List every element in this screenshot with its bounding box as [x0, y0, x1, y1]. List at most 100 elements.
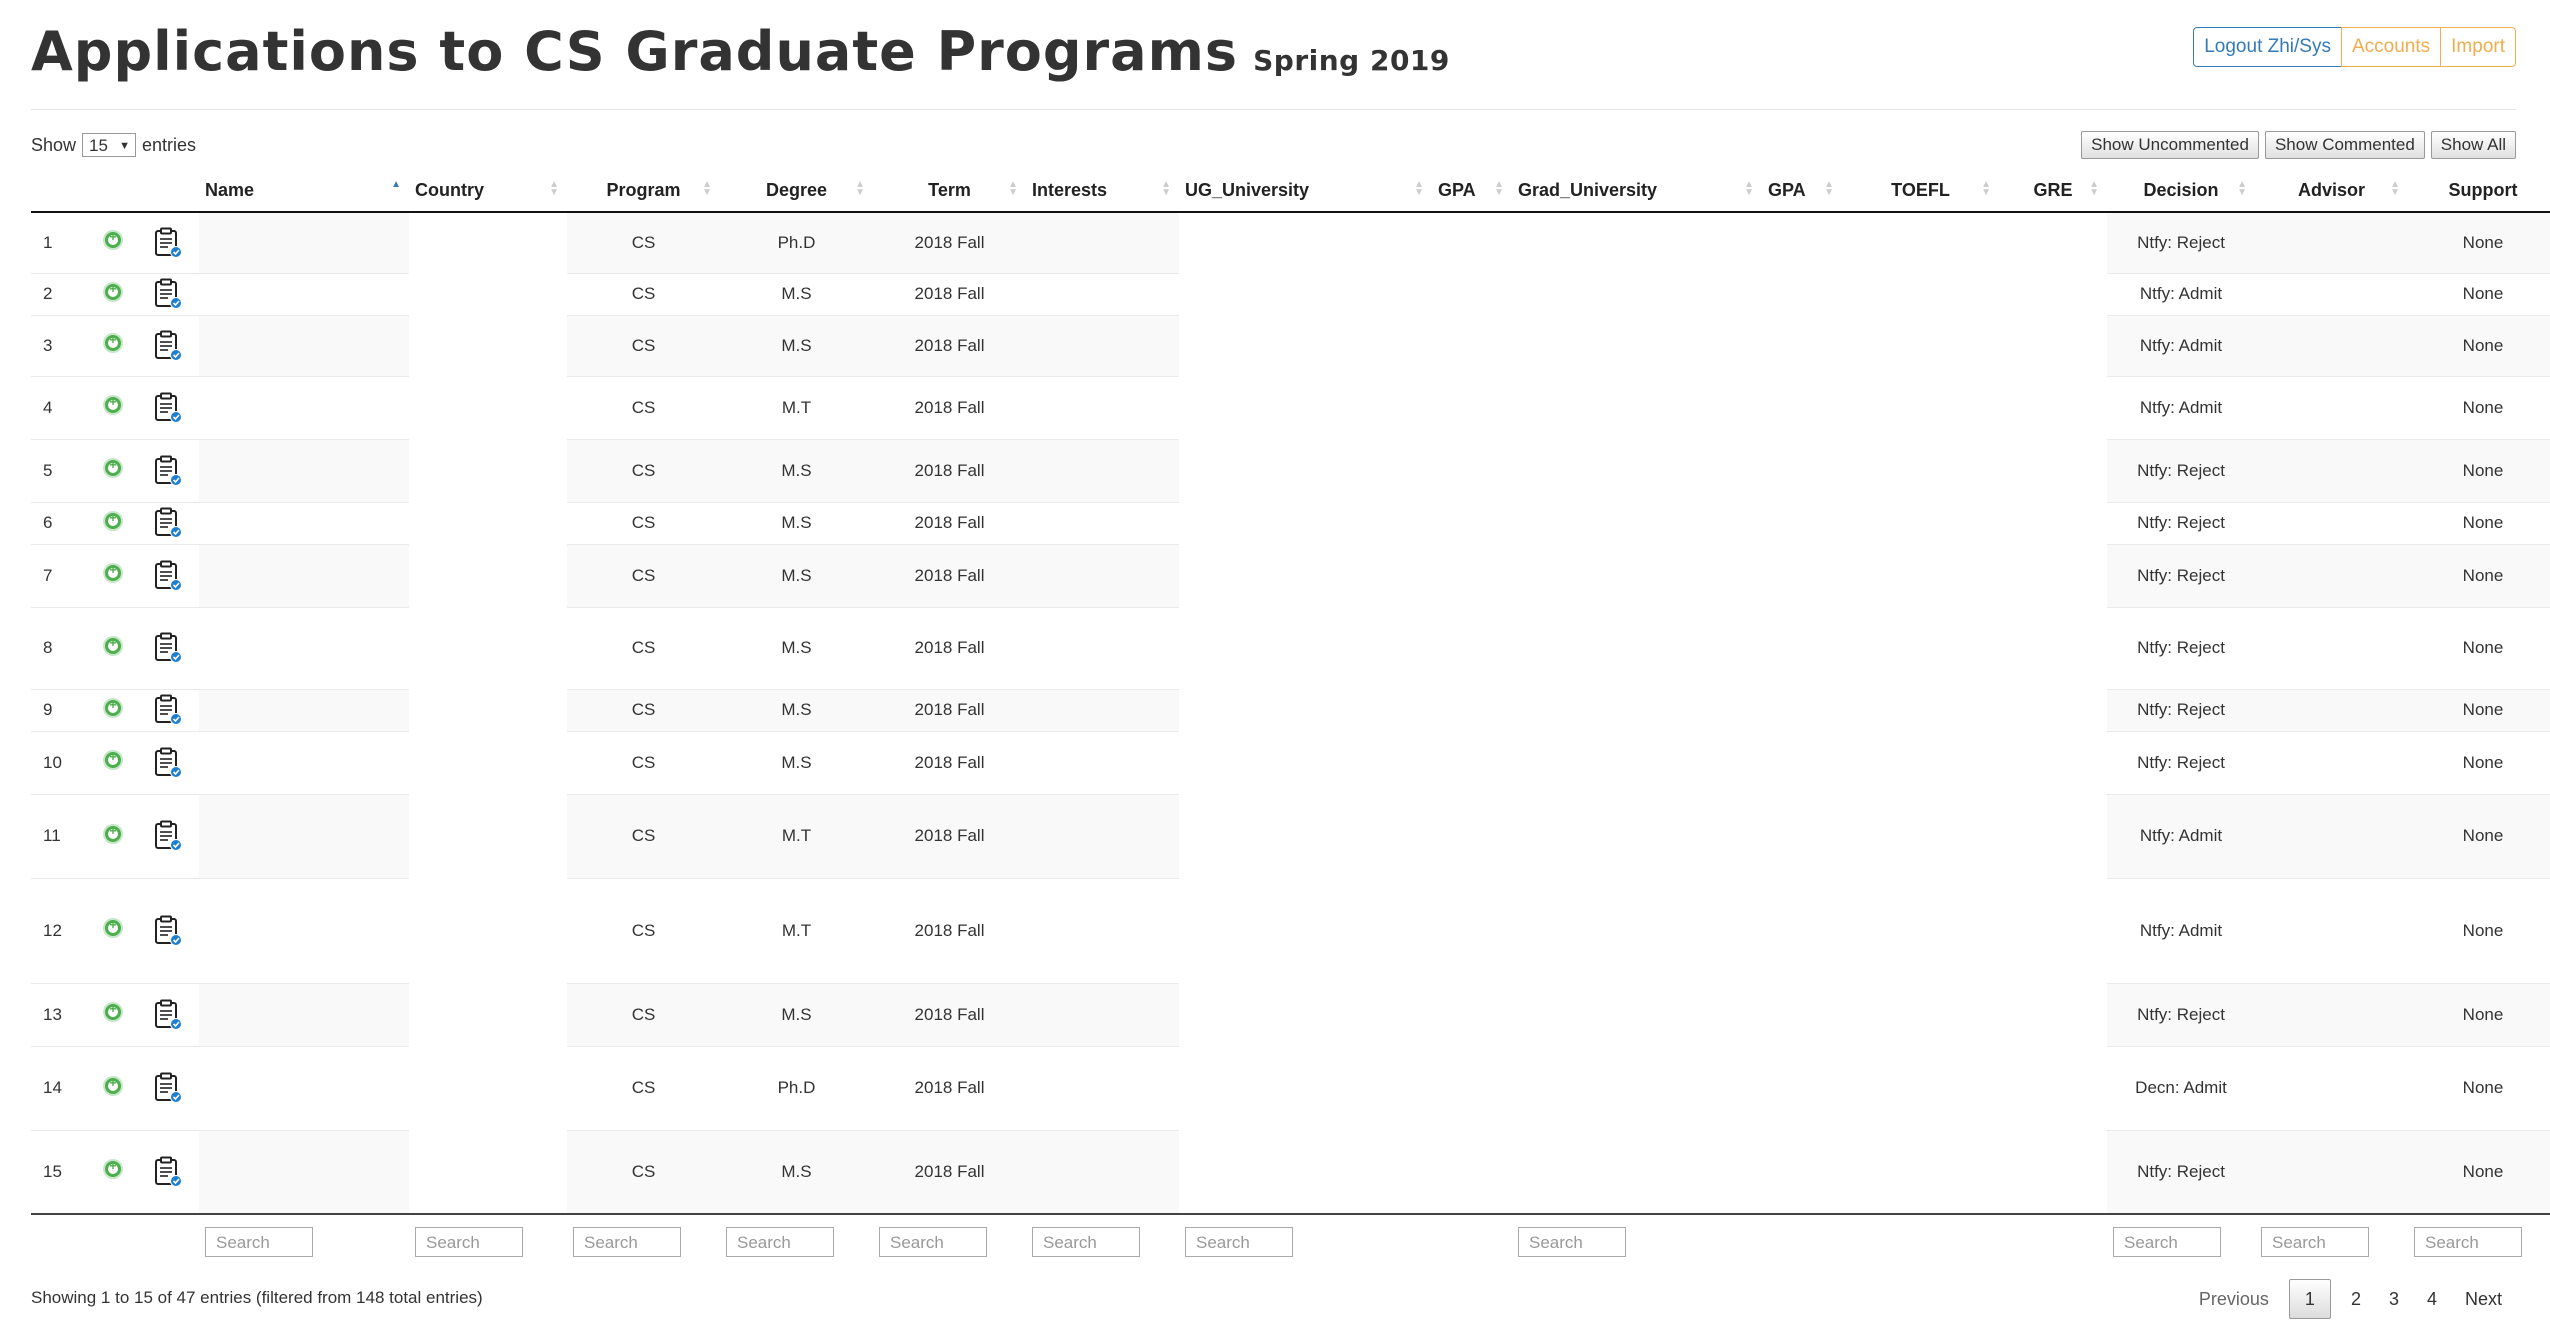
column-header-degree[interactable]: Degree ▲ ▼	[720, 169, 873, 213]
clipboard-check-icon[interactable]	[153, 330, 183, 362]
table-row[interactable]: 15 CSM.S2018 Fall Ntfy: Reject None	[31, 1130, 2550, 1215]
table-row[interactable]: 11 CSM.T2018 Fall Ntfy: Admit None	[31, 794, 2550, 879]
table-row[interactable]: 8 CSM.S2018 Fall Ntfy: Reject None	[31, 607, 2550, 690]
cell-advisor	[2255, 878, 2408, 984]
add-circle-icon[interactable]	[103, 230, 123, 251]
column-header-advisor[interactable]: Advisor ▲ ▼	[2255, 169, 2408, 213]
table-row[interactable]: 12 CSM.T2018 Fall Ntfy: Admit None	[31, 878, 2550, 984]
table-row[interactable]: 10 CSM.S2018 Fall Ntfy: Reject None	[31, 731, 2550, 795]
table-row[interactable]: 6 CSM.S2018 Fall Ntfy: Reject None	[31, 502, 2550, 545]
cell-program: CS	[567, 502, 720, 545]
entries-per-page-select[interactable]: 15 ▼	[82, 133, 137, 157]
next-page-button[interactable]: Next	[2451, 1280, 2516, 1318]
add-circle-icon[interactable]	[103, 281, 123, 302]
clipboard-check-icon[interactable]	[153, 1072, 183, 1104]
add-circle-icon[interactable]	[103, 563, 123, 583]
column-header-ug-university[interactable]: UG_University ▲ ▼	[1179, 169, 1432, 213]
cell-country	[409, 1130, 567, 1214]
column-header-ug-gpa[interactable]: GPA ▲ ▼	[1432, 169, 1512, 213]
show-uncommented-button[interactable]: Show Uncommented	[2081, 131, 2259, 159]
table-row[interactable]: 1 CSPh.D2018 Fall Ntfy: Reject None	[31, 212, 2550, 274]
add-circle-icon[interactable]	[103, 750, 123, 770]
search-input-decision[interactable]: Search	[2113, 1227, 2221, 1257]
column-header-grad-gpa[interactable]: GPA ▲ ▼	[1762, 169, 1842, 213]
page-button-3[interactable]: 3	[2375, 1280, 2413, 1318]
logout-button[interactable]: Logout Zhi/Sys	[2193, 27, 2342, 67]
cell-country	[409, 376, 567, 439]
column-header-gre[interactable]: GRE ▲ ▼	[1999, 169, 2107, 213]
search-input-term[interactable]: Search	[879, 1227, 987, 1257]
search-input-support[interactable]: Search	[2414, 1227, 2522, 1257]
column-header-country[interactable]: Country ▲ ▼	[409, 169, 567, 213]
row-index: 9	[31, 689, 89, 732]
comment-cell	[137, 878, 199, 984]
cell-degree: M.S	[720, 502, 873, 545]
column-header-toefl[interactable]: TOEFL ▲ ▼	[1842, 169, 1999, 213]
column-header-term[interactable]: Term ▲ ▼	[873, 169, 1026, 213]
accounts-button[interactable]: Accounts	[2340, 27, 2442, 67]
search-input-name[interactable]: Search	[205, 1227, 313, 1257]
table-row[interactable]: 7 CSM.S2018 Fall Ntfy: Reject None	[31, 544, 2550, 608]
row-index: 12	[31, 878, 89, 984]
clipboard-check-icon[interactable]	[153, 278, 183, 310]
search-input-grad-university[interactable]: Search	[1518, 1227, 1626, 1257]
clipboard-check-icon[interactable]	[153, 455, 183, 487]
add-circle-icon[interactable]	[103, 697, 123, 718]
column-header-name[interactable]: Name ▲	[199, 169, 409, 213]
table-row[interactable]: 14 CSPh.D2018 Fall Decn: Admit None	[31, 1046, 2550, 1131]
clipboard-check-icon[interactable]	[153, 1156, 183, 1188]
clipboard-check-icon[interactable]	[153, 507, 183, 539]
column-header-program[interactable]: Program ▲ ▼	[567, 169, 720, 213]
add-circle-icon[interactable]	[103, 823, 123, 844]
clipboard-check-icon[interactable]	[153, 392, 183, 424]
add-circle-icon[interactable]	[103, 458, 123, 478]
column-header-decision[interactable]: Decision ▲ ▼	[2107, 169, 2255, 213]
table-row[interactable]: 3 CSM.S2018 Fall Ntfy: Admit None	[31, 315, 2550, 377]
clipboard-check-icon[interactable]	[153, 227, 183, 259]
table-row[interactable]: 9 CSM.S2018 Fall Ntfy: Reject None	[31, 689, 2550, 732]
page-button-2[interactable]: 2	[2337, 1280, 2375, 1318]
table-row[interactable]: 5 CSM.S2018 Fall Ntfy: Reject None	[31, 439, 2550, 503]
add-circle-icon[interactable]	[103, 395, 123, 415]
add-circle-icon[interactable]	[103, 635, 123, 656]
column-header-interests[interactable]: Interests ▲ ▼	[1026, 169, 1179, 213]
page-button-4[interactable]: 4	[2413, 1280, 2451, 1318]
clipboard-check-icon[interactable]	[153, 694, 183, 726]
add-circle-icon[interactable]	[103, 333, 123, 353]
add-circle-icon[interactable]	[103, 918, 123, 938]
cell-program: CS	[567, 212, 720, 274]
page-button-1[interactable]: 1	[2288, 1279, 2331, 1319]
table-row[interactable]: 13 CSM.S2018 Fall Ntfy: Reject None	[31, 983, 2550, 1047]
table-row[interactable]: 2 CSM.S2018 Fall Ntfy: Admit None	[31, 273, 2550, 316]
table-row[interactable]: 4 CSM.T2018 Fall Ntfy: Admit None	[31, 376, 2550, 440]
comment-cell	[137, 983, 199, 1047]
cell-name	[199, 273, 409, 316]
clipboard-check-icon[interactable]	[153, 820, 183, 852]
cell-gre	[1999, 212, 2107, 273]
clipboard-check-icon[interactable]	[153, 747, 183, 779]
search-input-degree[interactable]: Search	[726, 1227, 834, 1257]
search-input-ug-university[interactable]: Search	[1185, 1227, 1293, 1257]
clipboard-check-icon[interactable]	[153, 915, 183, 947]
show-commented-button[interactable]: Show Commented	[2264, 131, 2425, 159]
search-input-interests[interactable]: Search	[1032, 1227, 1140, 1257]
previous-page-button[interactable]: Previous	[2185, 1280, 2283, 1318]
clipboard-check-icon[interactable]	[153, 999, 183, 1031]
column-header-grad-university[interactable]: Grad_University ▲ ▼	[1512, 169, 1762, 213]
cell-degree: Ph.D	[720, 212, 873, 274]
add-circle-icon[interactable]	[103, 510, 123, 531]
show-all-button[interactable]: Show All	[2430, 131, 2516, 159]
cell-ug-gpa	[1432, 439, 1512, 502]
add-circle-icon[interactable]	[103, 1159, 123, 1180]
search-input-advisor[interactable]: Search	[2261, 1227, 2369, 1257]
add-circle-icon[interactable]	[103, 1002, 123, 1022]
clipboard-check-icon[interactable]	[153, 560, 183, 592]
search-input-country[interactable]: Search	[415, 1227, 523, 1257]
add-circle-icon[interactable]	[103, 1075, 123, 1096]
column-header-support[interactable]: Support	[2408, 169, 2550, 213]
cell-ug-university	[1179, 315, 1432, 376]
import-button[interactable]: Import	[2440, 27, 2516, 67]
sort-icon: ▲ ▼	[702, 179, 712, 198]
search-input-program[interactable]: Search	[573, 1227, 681, 1257]
clipboard-check-icon[interactable]	[153, 632, 183, 664]
